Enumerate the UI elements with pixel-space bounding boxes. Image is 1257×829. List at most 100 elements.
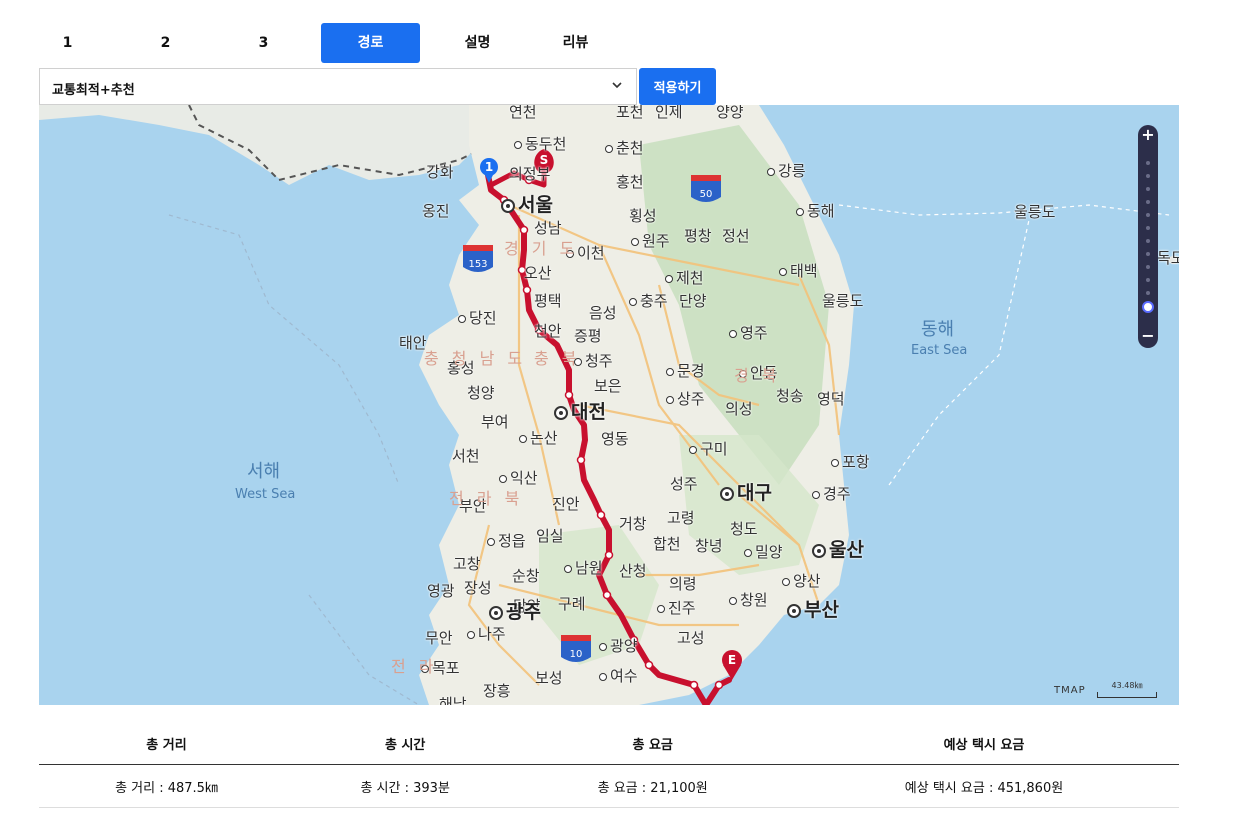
summary-row: 총 거리 : 487.5㎞ 총 시간 : 393분 총 요금 : 21,100원…	[39, 764, 1179, 808]
place-uiryeong: 의령	[669, 575, 697, 593]
summary-taxi: 예상 택시 요금 : 451,860원	[788, 764, 1179, 808]
place-yeonggwang: 영광	[427, 582, 455, 600]
sea-east-ko: 동해	[921, 319, 955, 340]
place-namwon: 남원	[564, 557, 603, 578]
tab-3[interactable]: 3	[223, 23, 304, 63]
place-cheongsong: 청송	[776, 387, 804, 405]
place-gurye: 구례	[558, 595, 586, 613]
place-seongju: 성주	[670, 475, 698, 493]
place-boseong: 보성	[535, 669, 563, 687]
sea-west-ko: 서해	[247, 461, 281, 482]
place-donghae: 동해	[796, 200, 835, 221]
tab-review[interactable]: 리뷰	[535, 23, 616, 63]
place-yeoncheon: 연천	[509, 105, 537, 121]
place-gyeongju: 경주	[812, 483, 851, 504]
highway-shield-10: 10	[561, 635, 591, 662]
place-nonsan: 논산	[519, 427, 558, 448]
province-gyeonggi: 경 기 도	[504, 239, 579, 258]
place-seoul: 서울	[501, 190, 553, 217]
tab-bar: 1 2 3 경로 설명 리뷰	[27, 23, 633, 63]
place-sangju: 상주	[666, 388, 705, 409]
map-scale-label: 43.48㎞	[1111, 681, 1143, 690]
place-hongcheon: 홍천	[616, 173, 644, 191]
place-chungju: 충주	[629, 290, 668, 311]
zoom-slider-handle[interactable]	[1142, 301, 1154, 313]
province-chungnam: 충 청 남 도	[424, 349, 527, 368]
place-jecheon: 제천	[665, 267, 704, 288]
province-jeonnam: 전 라	[391, 657, 438, 676]
place-cheongyang: 청양	[467, 384, 495, 402]
sea-east-en: East Sea	[911, 343, 968, 358]
place-geochang: 거창	[619, 515, 647, 533]
place-dongducheon: 동두천	[514, 133, 566, 154]
route-option-value: 교통최적+추천	[52, 83, 135, 98]
place-goseong: 고성	[677, 629, 705, 647]
chevron-down-icon	[612, 82, 622, 89]
place-miryang: 밀양	[744, 541, 783, 562]
summary-header-taxi: 예상 택시 요금	[788, 722, 1179, 765]
map-attribution: TMAP	[1054, 685, 1086, 696]
zoom-slider-track[interactable]	[1146, 161, 1150, 317]
place-yeosu: 여수	[599, 665, 638, 686]
svg-text:153: 153	[468, 259, 487, 270]
place-changnyeong: 창녕	[695, 537, 723, 555]
place-naju: 나주	[467, 623, 506, 644]
route-map[interactable]: S 1 E 50 153 10 연천 포천 인제 양양 동두천 춘천 강화 의정…	[39, 105, 1179, 705]
place-yeongdong: 영동	[601, 430, 629, 448]
svg-text:50: 50	[700, 189, 713, 200]
place-jeungpyeong: 증평	[574, 327, 602, 345]
place-taebaek: 태백	[779, 260, 818, 281]
map-base: S 1 E 50 153 10	[39, 105, 1179, 705]
place-seocheon: 서천	[452, 447, 480, 465]
tab-description[interactable]: 설명	[437, 23, 518, 63]
highway-shield-50: 50	[691, 175, 721, 202]
svg-text:10: 10	[570, 649, 583, 660]
place-jeongeup: 정읍	[487, 530, 526, 551]
zoom-control[interactable]: + −	[1138, 125, 1158, 348]
place-dangjin: 당진	[458, 307, 497, 328]
summary-fare: 총 요금 : 21,100원	[516, 764, 789, 808]
place-yeongju: 영주	[729, 322, 768, 343]
place-sancheong: 산청	[619, 562, 647, 580]
place-wonju: 원주	[631, 230, 670, 251]
place-danyang: 단양	[679, 292, 707, 310]
place-gwangju: 광주	[489, 597, 541, 624]
summary-header-fare: 총 요금	[516, 722, 789, 765]
place-ulleungdo: 울릉도	[1014, 203, 1056, 221]
place-busan: 부산	[787, 595, 839, 622]
zoom-out-button[interactable]: −	[1138, 326, 1158, 346]
apply-button[interactable]: 적용하기	[639, 68, 716, 105]
place-daegu: 대구	[720, 478, 772, 505]
place-inje: 인제	[655, 105, 683, 121]
svg-text:1: 1	[485, 160, 493, 174]
place-gangwha: 강화	[426, 163, 454, 181]
place-boeun: 보은	[594, 377, 622, 395]
tab-1[interactable]: 1	[27, 23, 108, 63]
place-yangsan: 양산	[782, 570, 821, 591]
svg-text:E: E	[728, 653, 736, 667]
tab-route[interactable]: 경로	[321, 23, 420, 63]
province-chungbuk: 충 북	[534, 349, 581, 368]
place-imsil: 임실	[536, 527, 564, 545]
place-uiseong: 의성	[725, 400, 753, 418]
province-gyeongbuk: 경 북	[734, 366, 781, 385]
place-pyeongchang: 평창	[684, 227, 712, 245]
place-changwon: 창원	[729, 589, 768, 610]
place-haenam: 해남	[439, 695, 467, 705]
route-summary-table: 총 거리 총 시간 총 요금 예상 택시 요금 총 거리 : 487.5㎞ 총 …	[39, 722, 1179, 808]
tab-2[interactable]: 2	[125, 23, 206, 63]
place-eumseong: 음성	[589, 304, 617, 322]
place-taean: 태안	[399, 334, 427, 352]
highway-shield-153: 153	[463, 245, 493, 272]
place-pyeongtaek: 평택	[534, 292, 562, 310]
place-dokdo: 독도	[1157, 249, 1179, 267]
summary-time: 총 시간 : 393분	[294, 764, 517, 808]
place-ongjin: 옹진	[422, 202, 450, 220]
route-option-select[interactable]: 교통최적+추천	[39, 68, 637, 105]
place-chuncheon: 춘천	[605, 137, 644, 158]
place-gwangyang: 광양	[599, 635, 638, 656]
map-scale: 43.48㎞	[1097, 680, 1157, 698]
place-pohang: 포항	[831, 451, 870, 472]
zoom-in-button[interactable]: +	[1138, 125, 1158, 145]
place-daejeon: 대전	[554, 397, 606, 424]
